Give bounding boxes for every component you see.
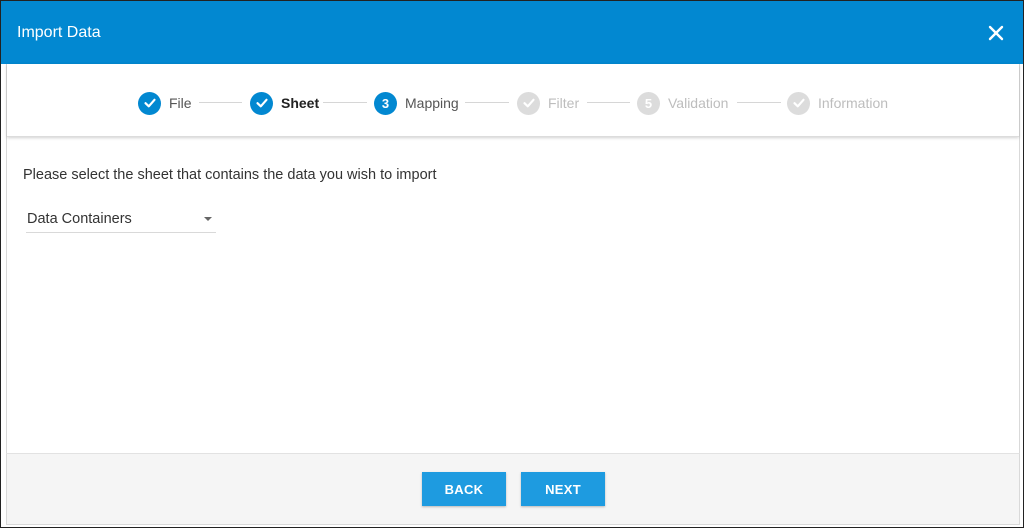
step-connector [737,102,781,103]
step-label: Validation [668,95,729,111]
step-label: Mapping [405,95,459,111]
step-mapping[interactable]: 3 Mapping [374,91,459,115]
caret-down-icon [204,217,212,221]
step-connector [199,102,242,103]
check-icon [250,91,273,115]
instruction-text: Please select the sheet that contains th… [23,167,437,183]
step-connector [587,102,630,103]
step-label: Filter [548,95,580,111]
next-button[interactable]: NEXT [521,472,605,506]
check-icon [138,91,161,115]
dialog-title: Import Data [17,24,101,41]
wizard-stepper: File Sheet 3 Mapping Filter 5 Validation… [7,64,1019,137]
step-sheet[interactable]: Sheet [250,91,319,115]
check-icon [787,91,810,115]
close-icon[interactable] [985,22,1007,44]
check-icon [517,91,540,115]
step-label: Sheet [281,95,320,111]
step-file[interactable]: File [138,91,192,115]
step-number: 3 [374,91,397,115]
step-label: Information [818,95,889,111]
dialog-footer: BACK NEXT [6,453,1020,525]
step-connector [323,102,367,103]
dialog-header: Import Data [1,1,1023,64]
step-filter[interactable]: Filter [517,91,579,115]
back-button[interactable]: BACK [422,472,506,506]
sheet-select[interactable]: Data Containers [26,208,216,233]
step-label: File [169,95,192,111]
step-validation[interactable]: 5 Validation [637,91,728,115]
sheet-select-value: Data Containers [27,211,132,227]
step-information[interactable]: Information [787,91,888,115]
step-number: 5 [637,91,660,115]
import-data-dialog: Import Data File Sheet 3 Mapping Filter … [0,0,1024,528]
step-connector [465,102,509,103]
